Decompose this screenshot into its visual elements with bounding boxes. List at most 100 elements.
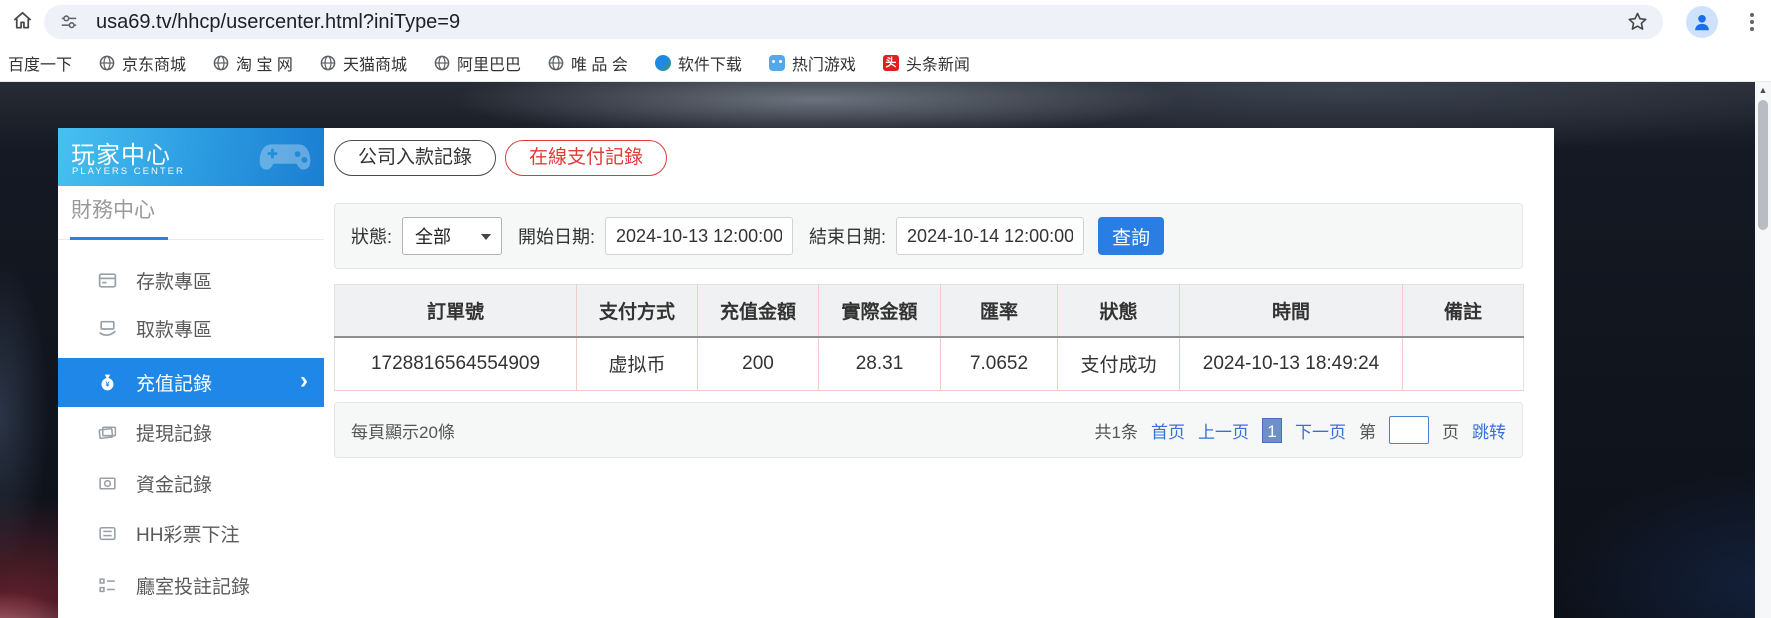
sidebar: 玩家中心 PLAYERS CENTER 財務中心 存款專區 取款專區 ¥ 充值記… [58, 128, 324, 618]
globe-icon [99, 55, 115, 71]
record-tabs: 公司入款記錄 在線支付記錄 [334, 140, 668, 176]
bookmark-taobao[interactable]: 淘 宝 网 [213, 51, 293, 75]
tab-company-deposit-records[interactable]: 公司入款記錄 [334, 140, 497, 176]
end-date-label: 結束日期: [809, 227, 887, 247]
jump-link[interactable]: 跳转 [1472, 418, 1506, 443]
sidebar-subtitle: PLAYERS CENTER [72, 166, 185, 177]
cell-time: 2024-10-13 18:49:24 [1179, 336, 1403, 391]
col-exchange-rate: 匯率 [940, 284, 1058, 338]
scroll-up-arrow-icon[interactable]: ▲ [1755, 82, 1771, 98]
software-download-icon [654, 54, 671, 71]
bookmark-vip[interactable]: 唯 品 会 [548, 51, 628, 75]
table-header-row: 訂單號 支付方式 充值金額 實際金額 匯率 狀態 時間 備註 [334, 284, 1524, 338]
vertical-scrollbar[interactable]: ▲ [1755, 82, 1771, 618]
wallet-coin-icon [96, 472, 118, 494]
chevron-down-icon [481, 234, 492, 240]
bookmark-games[interactable]: 热门游戏 [768, 51, 856, 75]
browser-menu-button[interactable] [1742, 11, 1762, 33]
ticket-list-icon [96, 522, 118, 544]
bookmark-software[interactable]: 软件下载 [654, 51, 742, 75]
bookmark-baidu[interactable]: 百度一下 [8, 51, 72, 75]
globe-icon [548, 55, 564, 71]
jump-prefix: 第 [1359, 422, 1376, 442]
globe-icon [320, 55, 336, 71]
site-settings-icon[interactable] [60, 13, 78, 31]
profile-avatar[interactable] [1686, 6, 1718, 38]
gamepad-icon [259, 144, 311, 170]
total-count: 共1条 [1094, 422, 1138, 442]
money-bag-icon: ¥ [96, 372, 118, 394]
scrollbar-thumb[interactable] [1758, 100, 1768, 230]
cell-actual-amount: 28.31 [818, 336, 941, 391]
sidebar-item-label: 資金記錄 [136, 474, 213, 496]
page-size-text: 每頁顯示20條 [351, 422, 455, 442]
start-date-input[interactable] [605, 217, 794, 255]
sidebar-title: 玩家中心 [71, 142, 171, 169]
sidebar-item-withdraw-records[interactable]: 提現記錄 [58, 407, 324, 457]
jump-page-input[interactable] [1389, 416, 1429, 444]
hand-cash-icon [96, 317, 118, 339]
col-remark: 備註 [1402, 284, 1524, 338]
col-time: 時間 [1179, 284, 1403, 338]
cell-remark [1402, 336, 1524, 391]
cell-order-no: 1728816564554909 [334, 336, 577, 391]
content-card: 玩家中心 PLAYERS CENTER 財務中心 存款專區 取款專區 ¥ 充值記… [58, 128, 1554, 618]
bookmark-star-icon[interactable] [1626, 10, 1649, 33]
search-button[interactable]: 查詢 [1098, 217, 1165, 255]
next-page-link[interactable]: 下一页 [1295, 418, 1346, 443]
current-page-badge[interactable]: 1 [1262, 417, 1282, 443]
browser-toolbar: usa69.tv/hhcp/usercenter.html?iniType=9 [0, 0, 1771, 44]
records-table: 訂單號 支付方式 充值金額 實際金額 匯率 狀態 時間 備註 172881656… [334, 284, 1524, 391]
cell-exchange-rate: 7.0652 [940, 336, 1058, 391]
sidebar-item-label: HH彩票下注 [136, 524, 240, 546]
chevron-right-icon: › [300, 366, 308, 394]
bookmark-alibaba[interactable]: 阿里巴巴 [434, 51, 521, 75]
cell-payment-method: 虚拟币 [576, 336, 698, 391]
cell-status: 支付成功 [1057, 336, 1180, 391]
jump-suffix: 页 [1442, 422, 1459, 442]
cell-recharge-amount: 200 [697, 336, 819, 391]
deposit-machine-icon [96, 269, 118, 291]
url-text[interactable]: usa69.tv/hhcp/usercenter.html?iniType=9 [96, 11, 460, 34]
bookmark-jd[interactable]: 京东商城 [99, 51, 186, 75]
table-row: 1728816564554909 虚拟币 200 28.31 7.0652 支付… [334, 336, 1524, 391]
sidebar-item-withdraw-zone[interactable]: 取款專區 [58, 303, 324, 353]
sidebar-item-hall-bet-records[interactable]: 廳室投註記錄 [58, 560, 324, 610]
sidebar-item-label: 充值記錄 [136, 374, 213, 395]
sidebar-item-recharge-records[interactable]: ¥ 充值記錄 › [58, 358, 324, 407]
active-section-underline [70, 237, 168, 240]
globe-icon [213, 55, 229, 71]
toutiao-icon: 头 [882, 54, 899, 71]
browser-window: usa69.tv/hhcp/usercenter.html?iniType=9 … [0, 0, 1771, 618]
prev-page-link[interactable]: 上一页 [1198, 418, 1249, 443]
sidebar-item-label: 存款專區 [136, 271, 213, 293]
home-button[interactable] [8, 9, 36, 37]
address-bar[interactable]: usa69.tv/hhcp/usercenter.html?iniType=9 [44, 5, 1663, 39]
bookmark-tmall[interactable]: 天猫商城 [320, 51, 407, 75]
bookmark-toutiao[interactable]: 头头条新闻 [882, 51, 970, 75]
bookmarks-bar: 百度一下 京东商城 淘 宝 网 天猫商城 阿里巴巴 唯 品 会 软件下载 热门游… [0, 44, 1771, 82]
status-select[interactable]: 全部 [402, 217, 503, 255]
sidebar-item-hh-lottery-bets[interactable]: HH彩票下注 [58, 508, 324, 558]
main-content: 公司入款記錄 在線支付記錄 狀態: 全部 開始日期: 結束日期: 查詢 [334, 128, 1524, 618]
sidebar-item-label: 廳室投註記錄 [136, 576, 251, 598]
section-title: 財務中心 [71, 199, 155, 222]
tab-online-payment-records[interactable]: 在線支付記錄 [505, 140, 668, 176]
sidebar-item-funds-records[interactable]: 資金記錄 [58, 458, 324, 508]
players-center-banner: 玩家中心 PLAYERS CENTER [58, 128, 324, 186]
sidebar-item-deposit[interactable]: 存款專區 [58, 255, 324, 305]
globe-icon [434, 55, 450, 71]
col-status: 狀態 [1057, 284, 1180, 338]
pagination-bar: 每頁顯示20條 共1条 首页 上一页 1 下一页 第 页 跳转 [334, 402, 1523, 458]
home-icon [11, 9, 34, 37]
banknotes-icon [96, 421, 118, 443]
start-date-label: 開始日期: [518, 227, 596, 247]
col-payment-method: 支付方式 [576, 284, 698, 338]
first-page-link[interactable]: 首页 [1151, 418, 1185, 443]
sidebar-item-label: 提現記錄 [136, 423, 213, 445]
sidebar-item-label: 取款專區 [136, 319, 213, 341]
bullet-list-icon [96, 574, 118, 596]
end-date-input[interactable] [896, 217, 1085, 255]
col-actual-amount: 實際金額 [818, 284, 941, 338]
col-recharge-amount: 充值金額 [697, 284, 819, 338]
